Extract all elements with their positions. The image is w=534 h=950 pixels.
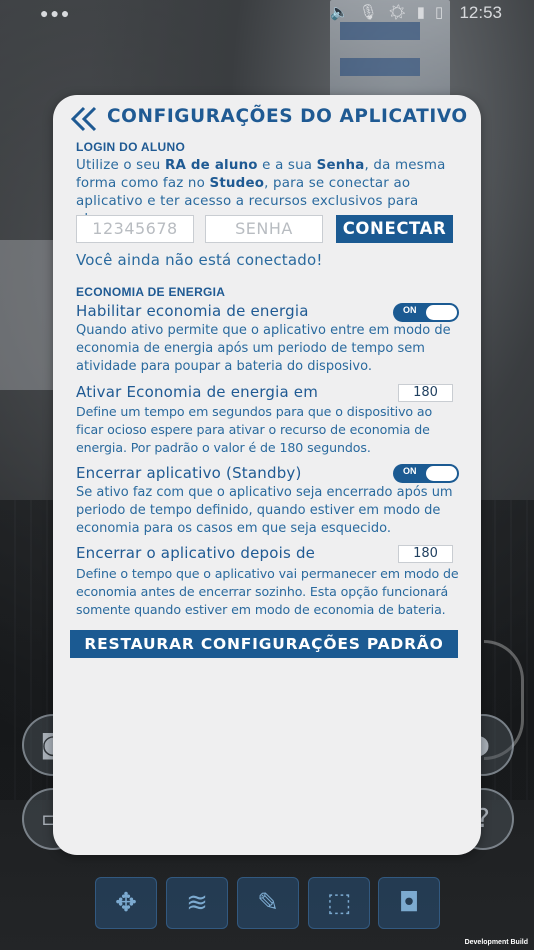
toggle-knob [426, 305, 457, 320]
close-after-input[interactable]: 180 [398, 545, 453, 563]
standby-toggle[interactable]: ON [393, 464, 459, 483]
dev-build-label: Development Build [464, 939, 528, 946]
login-section-title: LOGIN DO ALUNO [76, 140, 186, 154]
setting-desc-energy-saving-delay: Define um tempo em segundos para que o d… [76, 404, 433, 455]
password-input[interactable]: SENHA [205, 215, 323, 243]
back-chevron-icon[interactable] [70, 106, 100, 132]
setting-label-close-after: Encerrar o aplicativo depois de [76, 544, 316, 562]
setting-label-enable-energy-saving: Habilitar economia de energia [76, 302, 309, 320]
energy-section-title: ECONOMIA DE ENERGIA [76, 285, 226, 299]
layers-tool-button[interactable]: ≋ [166, 877, 228, 929]
battery-icon: ▯ [435, 4, 454, 21]
brush-tool-button[interactable]: ✎ [237, 877, 299, 929]
ra-input[interactable]: 12345678 [76, 215, 194, 243]
speaker-icon: 🔈 [330, 4, 359, 21]
box-icon: ⬚ [326, 888, 352, 918]
restore-defaults-button[interactable]: RESTAURAR CONFIGURAÇÕES PADRÃO [70, 630, 458, 658]
move-icon: ✥ [115, 888, 137, 918]
page-title: CONFIGURAÇÕES DO APLICATIVO [107, 106, 468, 127]
signal-icon: ▮ [416, 4, 436, 21]
status-time: 12:53 [459, 3, 502, 22]
panel-header: CONFIGURAÇÕES DO APLICATIVO [70, 105, 470, 139]
toggle-knob [426, 466, 457, 481]
setting-desc-standby: Se ativo faz com que o aplicativo seja e… [76, 485, 453, 536]
setting-label-energy-saving-delay: Ativar Economia de energia em [76, 383, 319, 401]
move-tool-button[interactable]: ✥ [95, 877, 157, 929]
mic-icon: 🎙 [358, 4, 388, 21]
menu-dots-icon[interactable]: ●●● [40, 5, 71, 21]
setting-label-standby: Encerrar aplicativo (Standby) [76, 464, 302, 482]
enable-energy-saving-toggle[interactable]: ON [393, 303, 459, 322]
brush-icon: ✎ [257, 888, 279, 918]
setting-desc-close-after: Define o tempo que o aplicativo vai perm… [76, 566, 459, 617]
setting-desc-enable-energy-saving: Quando ativo permite que o aplicativo en… [76, 323, 451, 374]
vr-headset-icon: ◘ [398, 888, 420, 918]
layers-icon: ≋ [186, 888, 208, 918]
connection-status: Você ainda não está conectado! [76, 251, 323, 269]
status-bar: ●●● 🔈🎙☀▮▯ 12:53 [0, 0, 534, 26]
brightness-icon: ☀ [387, 4, 417, 21]
box-tool-button[interactable]: ⬚ [308, 877, 370, 929]
toggle-state: ON [403, 305, 417, 315]
status-icons: 🔈🎙☀▮▯ [330, 3, 453, 21]
vr-tool-button[interactable]: ◘ [378, 877, 440, 929]
settings-panel: CONFIGURAÇÕES DO APLICATIVO LOGIN DO ALU… [53, 95, 481, 855]
connect-button[interactable]: CONECTAR [336, 215, 453, 243]
toggle-state: ON [403, 466, 417, 476]
energy-saving-delay-input[interactable]: 180 [398, 384, 453, 402]
